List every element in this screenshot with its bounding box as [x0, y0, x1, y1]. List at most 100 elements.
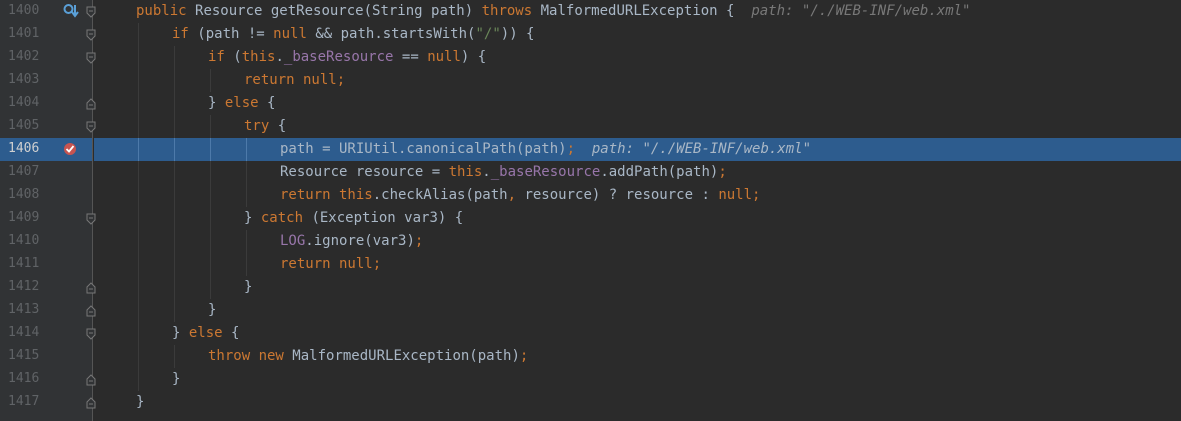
- gutter-line[interactable]: 1406: [0, 138, 92, 161]
- code-line[interactable]: }: [94, 276, 1181, 299]
- code-area[interactable]: public Resource getResource(String path)…: [94, 0, 1181, 421]
- code-line[interactable]: return null;: [94, 253, 1181, 276]
- code-text: } else {: [208, 94, 275, 113]
- line-number: 1400: [8, 3, 40, 18]
- code-token: ;: [336, 72, 346, 88]
- indent-guide: [210, 69, 211, 92]
- code-token: ;: [519, 348, 529, 364]
- line-number: 1417: [8, 394, 40, 409]
- code-text: Resource resource = this._baseResource.a…: [280, 163, 727, 182]
- code-text: }: [208, 301, 216, 320]
- code-line[interactable]: public Resource getResource(String path)…: [94, 0, 1181, 23]
- gutter-line[interactable]: 1404: [0, 92, 96, 115]
- code-token: try: [244, 118, 278, 134]
- gutter-line[interactable]: 1409: [0, 207, 96, 230]
- indent-guide: [138, 230, 139, 253]
- gutter-line[interactable]: 1400: [0, 0, 96, 23]
- code-editor[interactable]: 1400 1401 1402 1403 1404 1405 1406 1407 1408 1409…: [0, 0, 1181, 421]
- line-number: 1415: [8, 348, 40, 363]
- line-number: 1405: [8, 118, 40, 133]
- code-line[interactable]: }: [94, 391, 1181, 414]
- line-number: 1413: [8, 302, 40, 317]
- indent-guide: [174, 46, 175, 69]
- code-text: throw new MalformedURLException(path);: [208, 347, 528, 366]
- indent-guide: [174, 115, 175, 138]
- line-number: 1411: [8, 256, 40, 271]
- code-text: if (path != null && path.startsWith("/")…: [172, 25, 534, 44]
- gutter-line[interactable]: 1413: [0, 299, 96, 322]
- indent-guide: [174, 207, 175, 230]
- code-token: }: [172, 371, 181, 387]
- code-text: }: [172, 370, 180, 389]
- gutter-line[interactable]: 1415: [0, 345, 92, 368]
- code-token: catch: [260, 210, 312, 226]
- code-token: {: [277, 118, 287, 134]
- code-token: Resource resource =: [280, 164, 449, 180]
- gutter-line[interactable]: 1408: [0, 184, 92, 207]
- gutter-line[interactable]: 1405: [0, 115, 96, 138]
- gutter-line[interactable]: 1401: [0, 23, 96, 46]
- indent-guide: [138, 253, 139, 276]
- gutter-line[interactable]: 1402: [0, 46, 96, 69]
- line-number: 1407: [8, 164, 40, 179]
- code-token: return this: [280, 187, 373, 203]
- indent-guide: [210, 230, 211, 253]
- gutter-line[interactable]: 1414: [0, 322, 96, 345]
- gutter-line[interactable]: 1410: [0, 230, 92, 253]
- code-line[interactable]: }: [94, 299, 1181, 322]
- indent-guide: [138, 299, 139, 322]
- code-text: }: [244, 278, 252, 297]
- code-text: public Resource getResource(String path)…: [136, 2, 970, 21]
- code-token: ) {: [460, 49, 487, 65]
- indent-guide: [174, 276, 175, 299]
- indent-guide: [174, 345, 175, 368]
- gutter-line[interactable]: 1417: [0, 391, 96, 414]
- code-line[interactable]: if (this._baseResource == null) {: [94, 46, 1181, 69]
- line-number: 1406: [8, 141, 40, 156]
- code-text: return null;: [280, 255, 381, 274]
- indent-guide: [210, 253, 211, 276]
- gutter-line[interactable]: 1416: [0, 368, 96, 391]
- code-token: else: [224, 95, 268, 111]
- code-line[interactable]: if (path != null && path.startsWith("/")…: [94, 23, 1181, 46]
- indent-guide: [246, 230, 247, 253]
- code-line[interactable]: } catch (Exception var3) {: [94, 207, 1181, 230]
- gutter-line[interactable]: 1411: [0, 253, 92, 276]
- code-line[interactable]: }: [94, 368, 1181, 391]
- code-token: ;: [372, 256, 382, 272]
- indent-guide: [210, 138, 211, 161]
- gutter-line[interactable]: 1403: [0, 69, 92, 92]
- step-into-marker-icon[interactable]: [63, 3, 79, 19]
- code-line[interactable]: return this.checkAlias(path, resource) ?…: [94, 184, 1181, 207]
- gutter-line[interactable]: 1412: [0, 276, 96, 299]
- code-token: resource) ? resource :: [524, 187, 719, 203]
- breakpoint-icon[interactable]: [63, 142, 77, 156]
- code-token: LOG: [280, 233, 306, 249]
- code-line[interactable]: LOG.ignore(var3);: [94, 230, 1181, 253]
- line-number: 1403: [8, 72, 40, 87]
- code-line[interactable]: return null;: [94, 69, 1181, 92]
- code-token: }: [244, 210, 261, 226]
- code-token: (Exception var3) {: [311, 210, 464, 226]
- code-token: }: [208, 95, 225, 111]
- code-token: .addPath(path): [600, 164, 719, 180]
- code-token: Resource getResource(String path): [195, 3, 482, 19]
- code-token: null: [273, 26, 316, 42]
- code-text: return this.checkAlias(path, resource) ?…: [280, 186, 760, 205]
- code-token: .: [275, 49, 284, 65]
- code-token: _baseResource: [490, 164, 601, 180]
- indent-guide: [174, 253, 175, 276]
- indent-guide: [138, 345, 139, 368]
- code-line[interactable]: try {: [94, 115, 1181, 138]
- code-line[interactable]: path = URIUtil.canonicalPath(path); path…: [94, 138, 1181, 161]
- indent-guide: [138, 207, 139, 230]
- code-line[interactable]: Resource resource = this._baseResource.a…: [94, 161, 1181, 184]
- code-line[interactable]: throw new MalformedURLException(path);: [94, 345, 1181, 368]
- code-line[interactable]: } else {: [94, 322, 1181, 345]
- code-line[interactable]: } else {: [94, 92, 1181, 115]
- code-text: } else {: [172, 324, 239, 343]
- code-token: path = URIUtil.canonicalPath(path): [280, 141, 567, 157]
- indent-guide: [246, 253, 247, 276]
- gutter-line[interactable]: 1407: [0, 161, 92, 184]
- editor-gutter[interactable]: 1400 1401 1402 1403 1404 1405 1406 1407 1408 1409…: [0, 0, 96, 421]
